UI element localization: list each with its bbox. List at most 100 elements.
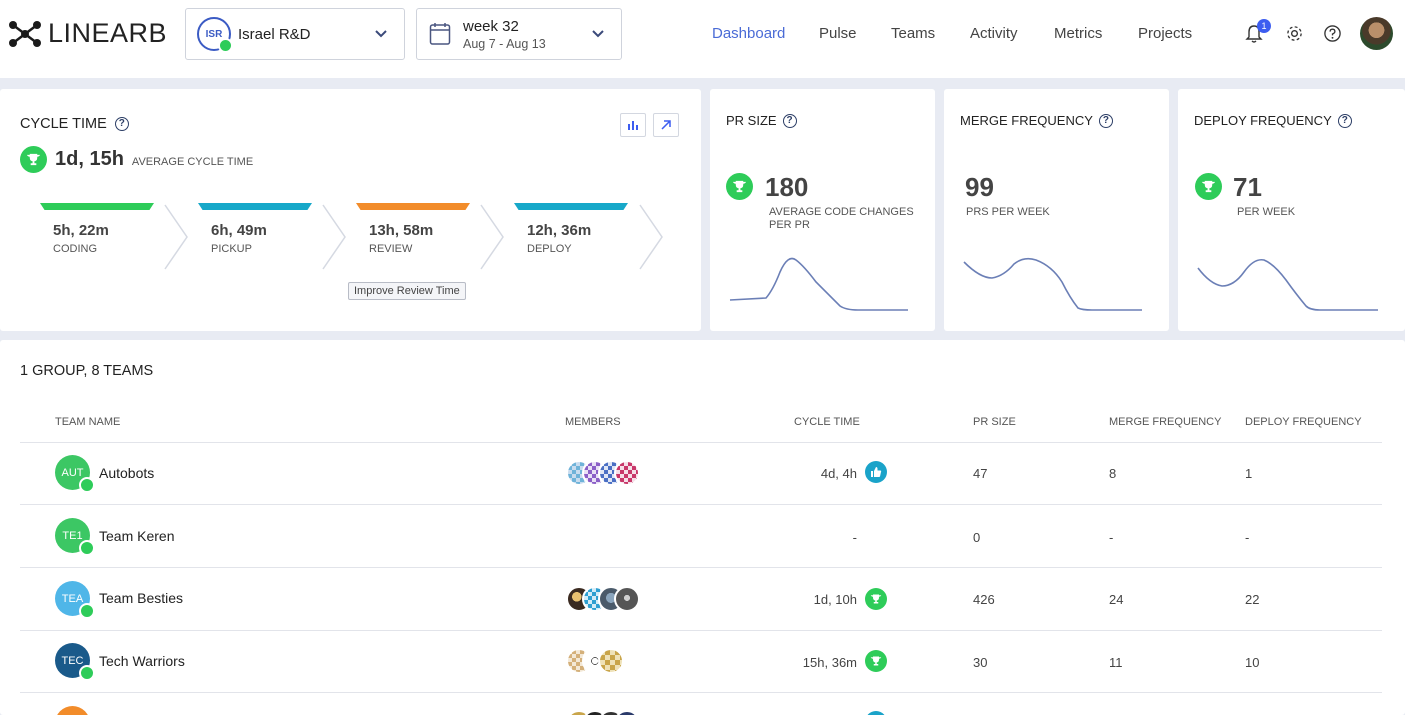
deploy-frequency-value: 10 xyxy=(1245,655,1260,670)
org-name: Israel R&D xyxy=(238,25,311,43)
help-icon[interactable] xyxy=(1323,24,1342,43)
week-selector[interactable]: week 32 Aug 7 - Aug 13 xyxy=(416,8,622,60)
user-avatar[interactable] xyxy=(1360,17,1393,50)
team-badge: TE1 xyxy=(62,529,83,542)
merge-frequency-value: 99 xyxy=(965,172,994,202)
pr-size-value: 47 xyxy=(973,466,988,481)
stage-label: PICKUP xyxy=(211,243,252,255)
cycle-time-caption: AVERAGE CYCLE TIME xyxy=(131,156,254,168)
col-pr-size[interactable]: PR SIZE xyxy=(973,416,1016,428)
nav-pulse[interactable]: Pulse xyxy=(819,25,857,42)
team-name[interactable]: Tech Warriors xyxy=(99,653,185,669)
org-badge-text: ISR xyxy=(205,28,223,40)
chevron-right-icon xyxy=(639,204,663,270)
teams-table-card xyxy=(0,340,1405,715)
week-text: week 32 Aug 7 - Aug 13 xyxy=(463,18,546,51)
nav-metrics[interactable]: Metrics xyxy=(1054,25,1102,42)
col-members[interactable]: MEMBERS xyxy=(565,416,621,428)
stage-bar xyxy=(356,203,470,210)
gear-icon[interactable] xyxy=(1285,24,1304,43)
github-icon xyxy=(79,603,95,619)
bar-chart-icon xyxy=(628,121,638,130)
team-avatar: TEC xyxy=(55,643,95,681)
team-badge: AUT xyxy=(61,466,84,479)
member-avatars[interactable] xyxy=(566,648,624,674)
nav-activity[interactable]: Activity xyxy=(970,25,1018,42)
team-avatar: AUT xyxy=(55,455,95,493)
team-name[interactable]: Team Besties xyxy=(99,590,183,606)
cycle-time-value: 15h, 36m xyxy=(802,655,857,670)
stage-bar xyxy=(198,203,312,210)
nav-projects[interactable]: Projects xyxy=(1138,25,1192,42)
nav-teams[interactable]: Teams xyxy=(891,25,935,42)
row-divider xyxy=(20,630,1382,631)
deploy-frequency-title-text: DEPLOY FREQUENCY xyxy=(1194,113,1332,128)
chevron-down-icon xyxy=(375,30,387,38)
logo-mark-icon xyxy=(9,20,41,47)
merge-frequency-title-text: MERGE FREQUENCY xyxy=(960,113,1093,128)
chevron-right-icon xyxy=(322,204,346,270)
member-avatars[interactable] xyxy=(566,460,640,486)
trophy-icon xyxy=(865,650,887,672)
bar-chart-button[interactable] xyxy=(620,113,646,137)
arrow-up-right-icon xyxy=(661,120,671,130)
help-icon[interactable]: ? xyxy=(1098,113,1113,128)
row-divider xyxy=(20,692,1382,693)
stage-label: CODING xyxy=(53,243,97,255)
cycle-time-title-text: CYCLE TIME xyxy=(20,116,107,132)
cycle-time-value: 4d, 4h xyxy=(820,466,857,481)
member-avatars[interactable] xyxy=(566,710,640,715)
merge-frequency-caption: PRS PER WEEK xyxy=(966,206,1050,218)
improve-review-time-button[interactable]: Improve Review Time xyxy=(348,282,466,300)
deploy-frequency-title: DEPLOY FREQUENCY ? xyxy=(1194,113,1352,128)
github-icon xyxy=(218,38,233,53)
pr-size-value: 180 xyxy=(765,172,809,202)
trophy-icon xyxy=(726,173,753,200)
help-icon[interactable]: ? xyxy=(1337,113,1352,128)
merge-frequency-sparkline xyxy=(963,257,1142,311)
merge-frequency-value: 24 xyxy=(1109,592,1124,607)
member-avatar xyxy=(614,460,640,486)
col-deploy-frequency[interactable]: DEPLOY FREQUENCY xyxy=(1245,416,1362,428)
pr-size-title-text: PR SIZE xyxy=(726,113,777,128)
chevron-right-icon xyxy=(480,204,504,270)
pr-size-value: 30 xyxy=(973,655,988,670)
cycle-time-summary: 1d, 15h AVERAGE CYCLE TIME xyxy=(20,146,253,173)
cycle-time-value: 1d, 15h xyxy=(55,148,124,170)
pr-size-value: 0 xyxy=(973,530,981,545)
github-icon xyxy=(79,540,95,556)
chevron-down-icon xyxy=(592,30,604,38)
help-icon[interactable]: ? xyxy=(114,117,129,131)
row-divider xyxy=(20,504,1382,505)
stage-bar xyxy=(40,203,154,210)
cycle-time-value: - xyxy=(852,530,857,545)
expand-button[interactable] xyxy=(653,113,679,137)
merge-frequency-title: MERGE FREQUENCY ? xyxy=(960,113,1113,128)
stage-value: 5h, 22m xyxy=(53,222,109,239)
member-avatar xyxy=(614,586,640,612)
top-header: LINEARB ISR Israel R&D week 32 Aug 7 - A… xyxy=(0,0,1405,78)
deploy-frequency-sparkline xyxy=(1197,258,1378,311)
github-icon xyxy=(79,477,95,493)
linearb-logo[interactable]: LINEARB xyxy=(8,18,167,49)
thumbs-up-icon xyxy=(865,461,887,483)
header-divider xyxy=(20,442,1382,443)
col-cycle-time[interactable]: CYCLE TIME xyxy=(794,416,860,428)
org-selector[interactable]: ISR Israel R&D xyxy=(185,8,405,60)
deploy-frequency-caption: PER WEEK xyxy=(1237,206,1296,218)
team-avatar: TEA xyxy=(55,581,95,619)
help-icon[interactable]: ? xyxy=(782,113,797,128)
row-divider xyxy=(20,567,1382,568)
nav-dashboard[interactable]: Dashboard xyxy=(712,25,785,42)
calendar-icon xyxy=(429,23,451,45)
merge-frequency-value: 8 xyxy=(1109,466,1117,481)
pr-size-caption: AVERAGE CODE CHANGES PER PR xyxy=(769,206,914,231)
col-team-name[interactable]: TEAM NAME xyxy=(55,416,120,428)
team-name[interactable]: Team Keren xyxy=(99,528,174,544)
org-badge: ISR xyxy=(197,17,233,53)
team-name[interactable]: Autobots xyxy=(99,465,154,481)
logo-text: LINEARB xyxy=(48,18,168,48)
col-merge-frequency[interactable]: MERGE FREQUENCY xyxy=(1109,416,1221,428)
team-badge: TEA xyxy=(61,592,84,605)
member-avatars[interactable] xyxy=(566,586,640,612)
